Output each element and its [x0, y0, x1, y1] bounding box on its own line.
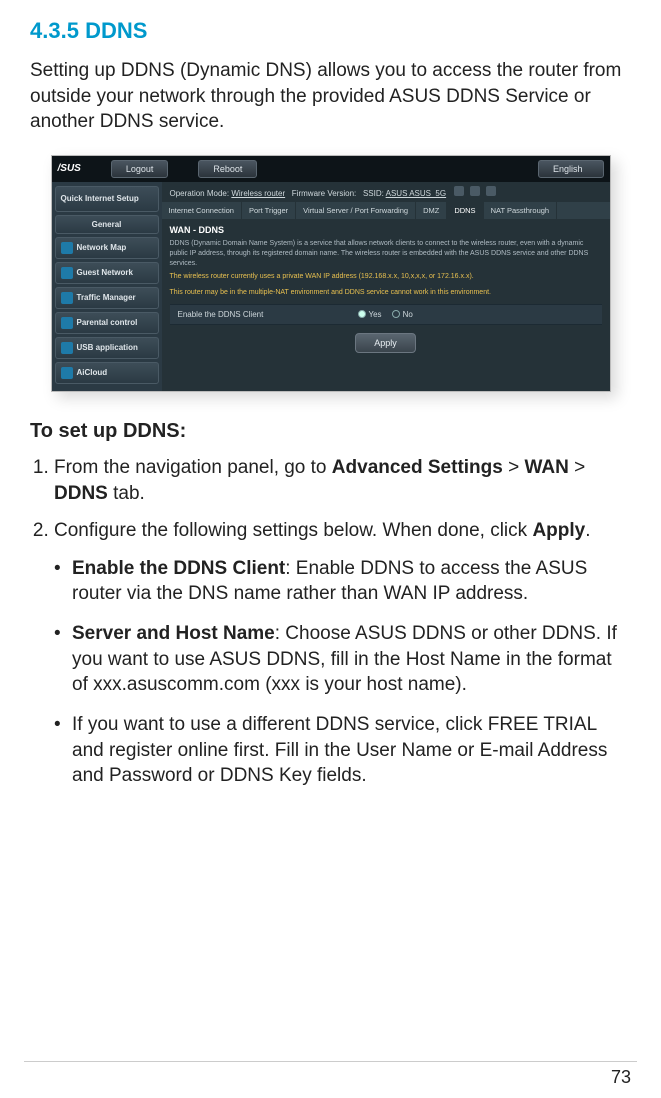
lock-icon: [61, 317, 73, 329]
router-screenshot: /SUS Logout Reboot English Quick Interne…: [51, 155, 611, 392]
step-1: From the navigation panel, go to Advance…: [54, 455, 631, 506]
enable-ddns-label: Enable the DDNS Client: [178, 310, 358, 319]
sidebar-item-label: USB application: [77, 343, 138, 352]
radio-dot-icon: [392, 310, 400, 318]
step-1-text-c: >: [503, 457, 525, 478]
status-icon: [486, 186, 496, 196]
sidebar-guest-network[interactable]: Guest Network: [55, 262, 159, 284]
language-select[interactable]: English: [538, 160, 604, 178]
step-1-advanced-settings: Advanced Settings: [332, 457, 503, 478]
sidebar-traffic-manager[interactable]: Traffic Manager: [55, 287, 159, 309]
bullet-3-text: If you want to use a different DDNS serv…: [72, 714, 607, 786]
screenshot-topbar: /SUS Logout Reboot English: [52, 156, 610, 182]
status-icons: [454, 186, 496, 196]
tab-internet-connection[interactable]: Internet Connection: [162, 202, 242, 219]
network-icon: [61, 242, 73, 254]
tab-ddns[interactable]: DDNS: [447, 202, 483, 219]
tab-port-trigger[interactable]: Port Trigger: [242, 202, 296, 219]
setup-heading: To set up DDNS:: [30, 420, 631, 443]
status-line: Operation Mode: Wireless router Firmware…: [162, 182, 610, 202]
step-1-wan: WAN: [525, 457, 569, 478]
step-1-text-a: From the navigation panel, go to: [54, 457, 332, 478]
sidebar-qis[interactable]: Quick Internet Setup: [55, 186, 159, 212]
tab-virtual-server[interactable]: Virtual Server / Port Forwarding: [296, 202, 416, 219]
fw-label: Firmware Version:: [292, 189, 356, 198]
section-heading: 4.3.5 DDNS: [30, 18, 631, 44]
usb-icon: [61, 342, 73, 354]
bullet-1-term: Enable the DDNS Client: [72, 558, 285, 579]
step-1-text-e: >: [569, 457, 585, 478]
ddns-panel: WAN - DDNS DDNS (Dynamic Domain Name Sys…: [162, 219, 610, 373]
step-2-text-a: Configure the following settings below. …: [54, 520, 532, 541]
intro-paragraph: Setting up DDNS (Dynamic DNS) allows you…: [30, 58, 631, 135]
sidebar-network-map[interactable]: Network Map: [55, 237, 159, 259]
sidebar-item-label: Traffic Manager: [77, 293, 136, 302]
setup-steps: From the navigation panel, go to Advance…: [30, 455, 631, 544]
step-2-apply: Apply: [532, 520, 585, 541]
apply-button[interactable]: Apply: [355, 333, 416, 353]
panel-warning1: The wireless router currently uses a pri…: [170, 272, 602, 282]
apply-row: Apply: [170, 325, 602, 367]
step-1-text-g: tab.: [108, 483, 145, 504]
bullet-enable-ddns: Enable the DDNS Client: Enable DDNS to a…: [54, 556, 631, 607]
section-title: DDNS: [85, 18, 147, 43]
guest-icon: [61, 267, 73, 279]
setup-bullets: Enable the DDNS Client: Enable DDNS to a…: [30, 556, 631, 789]
enable-ddns-row: Enable the DDNS Client Yes No: [170, 304, 602, 325]
status-icon: [470, 186, 480, 196]
bullet-2-term: Server and Host Name: [72, 623, 275, 644]
page-number: 73: [611, 1067, 631, 1088]
logout-button[interactable]: Logout: [111, 160, 169, 178]
sidebar-aicloud[interactable]: AiCloud: [55, 362, 159, 384]
sidebar-usb-application[interactable]: USB application: [55, 337, 159, 359]
step-2: Configure the following settings below. …: [54, 518, 631, 544]
radio-no[interactable]: No: [392, 310, 413, 319]
radio-dot-icon: [358, 310, 366, 318]
traffic-icon: [61, 292, 73, 304]
sidebar-item-label: Network Map: [77, 243, 127, 252]
sidebar-item-label: AiCloud: [77, 368, 108, 377]
tab-nat-passthrough[interactable]: NAT Passthrough: [484, 202, 558, 219]
radio-no-label: No: [403, 310, 413, 319]
cloud-icon: [61, 367, 73, 379]
ssid-value: ASUS ASUS_5G: [386, 189, 446, 198]
panel-heading: WAN - DDNS: [170, 225, 602, 235]
op-mode-value[interactable]: Wireless router: [231, 189, 285, 198]
step-2-text-c: .: [585, 520, 590, 541]
sidebar-general[interactable]: General: [55, 215, 159, 234]
screenshot-main: Operation Mode: Wireless router Firmware…: [162, 182, 610, 391]
bullet-free-trial: If you want to use a different DDNS serv…: [54, 712, 631, 789]
asus-logo: /SUS: [58, 163, 81, 174]
status-icon: [454, 186, 464, 196]
radio-yes-label: Yes: [369, 310, 382, 319]
sidebar-item-label: Guest Network: [77, 268, 133, 277]
screenshot-sidebar: Quick Internet Setup General Network Map…: [52, 182, 162, 391]
op-mode-label: Operation Mode:: [170, 189, 230, 198]
radio-yes[interactable]: Yes: [358, 310, 382, 319]
ssid-label: SSID:: [363, 189, 384, 198]
section-number: 4.3.5: [30, 18, 79, 43]
tab-dmz[interactable]: DMZ: [416, 202, 447, 219]
wan-tabs: Internet Connection Port Trigger Virtual…: [162, 202, 610, 219]
sidebar-parental-control[interactable]: Parental control: [55, 312, 159, 334]
reboot-button[interactable]: Reboot: [198, 160, 257, 178]
step-1-ddns: DDNS: [54, 483, 108, 504]
panel-desc: DDNS (Dynamic Domain Name System) is a s…: [170, 239, 602, 268]
footer-rule: [24, 1061, 637, 1062]
panel-warning2: This router may be in the multiple-NAT e…: [170, 288, 602, 298]
sidebar-item-label: Parental control: [77, 318, 138, 327]
bullet-server-host: Server and Host Name: Choose ASUS DDNS o…: [54, 621, 631, 698]
